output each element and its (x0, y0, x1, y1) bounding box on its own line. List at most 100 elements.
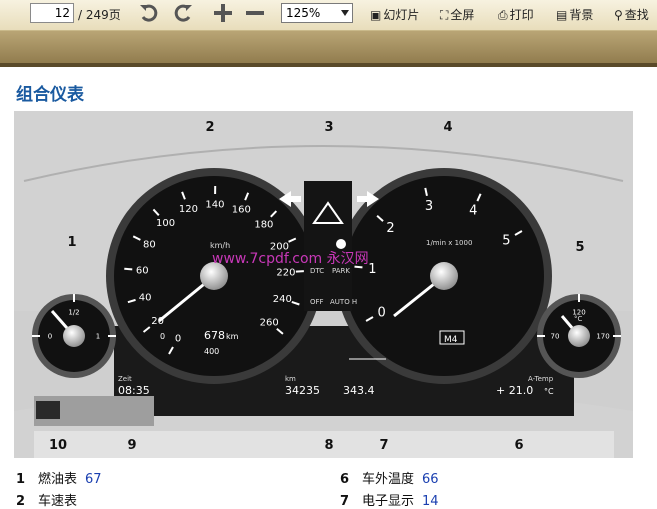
trip-value: 343.4 (343, 384, 375, 397)
slideshow-label: 幻灯片 (383, 8, 419, 22)
legend-item: 2车速表 (16, 490, 85, 509)
speedo-tick-label: 120 (179, 204, 198, 215)
callout-number: 7 (379, 438, 388, 453)
tacho-tick-label: 4 (469, 204, 477, 219)
background-button[interactable]: ▤背景 (556, 6, 593, 23)
undo-icon[interactable] (138, 2, 160, 24)
callout-number: 8 (324, 438, 333, 453)
speedo-tick-label: 220 (276, 267, 295, 278)
temp-tick-label: 120 (572, 308, 585, 316)
instrument-cluster-figure: 020406080100120140160180200220240260 km/… (14, 111, 633, 458)
tacho-tick-label: 5 (502, 233, 510, 248)
speedo-tick-label: 140 (205, 199, 224, 210)
print-label: 打印 (510, 8, 534, 22)
search-icon: ⚲ (614, 8, 623, 22)
park-label: PARK (332, 267, 350, 275)
range-tick-0: 0 (160, 332, 165, 341)
slideshow-button[interactable]: ▣幻灯片 (370, 6, 419, 23)
outside-temp-label: A-Temp (528, 375, 554, 383)
header-band (0, 31, 657, 65)
legend-num: 1 (16, 472, 38, 487)
legend-page-link[interactable]: 66 (422, 472, 439, 487)
range-value: 678 (204, 329, 225, 342)
slideshow-icon: ▣ (370, 8, 381, 22)
speedo-tick-label: 240 (273, 294, 292, 305)
tacho-tick-label: 0 (378, 305, 386, 320)
redo-icon[interactable] (172, 2, 194, 24)
fuel-tick-label: 0 (48, 332, 52, 340)
page-total: / 249页 (78, 6, 121, 23)
tacho-tick-label: 3 (425, 199, 433, 214)
callout-number: 1 (67, 235, 76, 250)
speedo-unit: km/h (210, 241, 230, 250)
button-10 (36, 401, 60, 419)
speedo-tick-label: 80 (143, 240, 156, 251)
watermark-text: www.7cpdf.com 永汉网 (212, 251, 369, 267)
legend-num: 6 (340, 472, 362, 487)
speedo-tick-label: 160 (232, 205, 251, 216)
callout-number: 3 (324, 120, 333, 135)
chevron-down-icon (341, 10, 349, 16)
zoom-select[interactable]: 125% (281, 3, 353, 23)
fullscreen-icon: ⛶ (440, 8, 448, 23)
speedo-tick-label: 0 (175, 334, 181, 345)
fullscreen-button[interactable]: ⛶全屏 (440, 6, 474, 23)
legend-num: 7 (340, 494, 362, 509)
range-unit: km (226, 332, 239, 341)
gear-indicator: M4 (444, 335, 458, 345)
legend-text: 电子显示 (362, 494, 414, 509)
speedo-tick-mark (124, 269, 132, 270)
callout-number: 4 (443, 120, 452, 135)
legend-text: 车外温度 (362, 472, 414, 487)
callout-number: 9 (127, 438, 136, 453)
legend-text: 燃油表 (38, 472, 77, 487)
fuel-tick-label: 1/2 (68, 308, 79, 316)
fuel-tick-label: 1 (96, 332, 100, 340)
reader-toolbar: 12 / 249页 125% ▣幻灯片 ⛶全屏 ⎙打印 ▤背景 ⚲查找 (0, 0, 657, 31)
tacho-tick-label: 2 (386, 221, 394, 236)
callout-number: 2 (205, 120, 214, 135)
legend-item: 7电子显示 14 (340, 490, 439, 509)
callout-number: 6 (514, 438, 523, 453)
legend-text: 车速表 (38, 494, 77, 509)
speedo-tick-label: 40 (139, 292, 152, 303)
autoh-label: AUTO H (330, 298, 357, 306)
time-label: Zeit (118, 375, 132, 383)
time-value: 08:35 (118, 384, 150, 397)
speedo-tick-label: 180 (254, 219, 273, 230)
speedo-tick-label: 100 (156, 218, 175, 229)
temp-tick-label: 170 (596, 332, 609, 340)
odo-value: 34235 (285, 384, 320, 397)
range-tick-400: 400 (204, 347, 219, 356)
zoom-out-icon[interactable] (244, 2, 266, 24)
callout-number: 10 (49, 438, 67, 453)
header-divider (0, 63, 657, 67)
dtc-label: DTC (310, 267, 324, 275)
legend-item: 1燃油表 67 (16, 468, 102, 487)
background-icon: ▤ (556, 8, 567, 22)
legend-page-link[interactable]: 67 (85, 472, 102, 487)
legend-page-link[interactable]: 14 (422, 494, 439, 509)
speedo-tick-label: 260 (260, 318, 279, 329)
page-number-input[interactable]: 12 (30, 3, 74, 23)
search-button[interactable]: ⚲查找 (614, 6, 649, 23)
tacho-tick-label: 1 (368, 262, 376, 277)
section-title: 组合仪表 (16, 80, 84, 105)
callout-number: 5 (575, 240, 584, 255)
search-label: 查找 (625, 8, 649, 22)
legend-num: 2 (16, 494, 38, 509)
zoom-in-icon[interactable] (212, 2, 234, 24)
background-label: 背景 (569, 8, 593, 22)
temp-tick-label: 70 (551, 332, 560, 340)
odo-label: km (285, 375, 296, 383)
off-label: OFF (310, 298, 324, 306)
outside-temp-unit: °C (544, 387, 554, 396)
print-button[interactable]: ⎙打印 (498, 6, 534, 23)
tacho-unit: 1/min x 1000 (426, 239, 472, 247)
speedo-tick-label: 60 (136, 266, 149, 277)
print-icon: ⎙ (498, 8, 508, 23)
outside-temp-value: + 21.0 (496, 384, 533, 397)
indicator-dot-icon (336, 239, 346, 249)
legend-item: 6车外温度 66 (340, 468, 439, 487)
zoom-value: 125% (286, 6, 320, 20)
